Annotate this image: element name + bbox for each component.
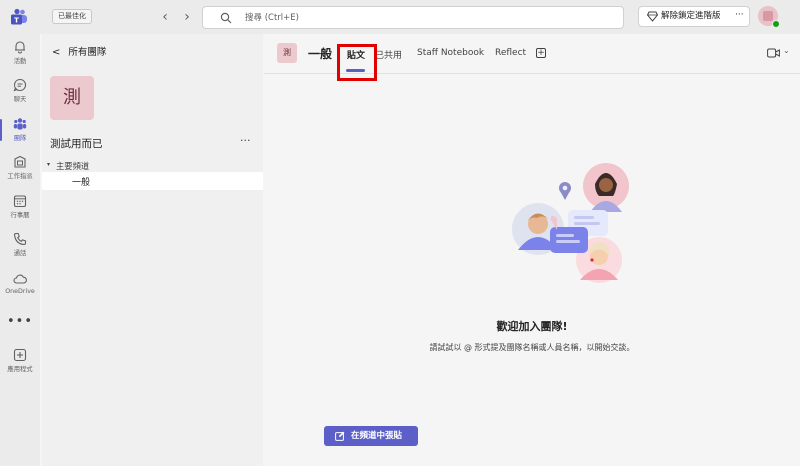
highlight-box <box>337 44 377 81</box>
rail-item-assignments[interactable]: 工作指派 <box>0 155 40 187</box>
optimized-badge: 已最佳化 <box>52 9 92 24</box>
teams-icon <box>13 118 27 130</box>
team-name[interactable]: 測試用而已 <box>50 136 103 151</box>
more-options-icon[interactable]: ··· <box>735 6 744 25</box>
add-app-icon <box>13 348 27 362</box>
rail-item-teams[interactable]: 團隊 <box>0 117 40 149</box>
bell-icon <box>15 41 25 54</box>
tab-reflect[interactable]: Reflect <box>495 48 526 58</box>
search-box[interactable] <box>202 6 624 29</box>
unlock-premium-button[interactable]: 解除鎖定進階版 ··· <box>638 6 750 27</box>
rail-item-calendar[interactable]: 行事曆 <box>0 194 40 226</box>
channel-view: 測 一般 貼文 已共用 Staff Notebook Reflect + ⌄ 歡… <box>264 34 800 466</box>
avatar-image <box>763 11 773 21</box>
diamond-icon <box>647 11 658 22</box>
welcome-illustration <box>512 163 629 283</box>
rail-label: 工作指派 <box>7 173 33 180</box>
all-teams-label: 所有團隊 <box>68 47 107 58</box>
rail-label: 聊天 <box>13 96 27 103</box>
rail-item-calls[interactable]: 通話 <box>0 232 40 264</box>
teams-logo-icon: T <box>11 8 27 25</box>
svg-text:T: T <box>14 17 19 25</box>
compose-icon <box>335 431 345 441</box>
rail-label: 活動 <box>13 58 27 65</box>
chevron-left-icon: < <box>52 47 61 58</box>
back-arrow-button[interactable]: ‹ <box>158 9 172 25</box>
rail-label: 團隊 <box>13 135 27 142</box>
tab-staff-notebook[interactable]: Staff Notebook <box>417 48 484 58</box>
search-icon <box>220 12 232 24</box>
channel-team-avatar: 測 <box>277 43 297 63</box>
chevron-down-icon[interactable]: ⌄ <box>783 46 790 55</box>
forward-arrow-button[interactable]: › <box>180 9 194 25</box>
calendar-icon <box>13 195 27 208</box>
title-bar: T 已最佳化 ‹ › 解除鎖定進階版 ··· <box>0 0 800 34</box>
presence-available-icon <box>772 20 780 28</box>
welcome-subtitle: 請試試以 @ 形式提及團隊名稱或人員名稱，以開始交談。 <box>429 343 635 352</box>
rail-item-apps[interactable]: 應用程式 <box>0 348 40 380</box>
channel-item-general[interactable]: 一般 <box>42 172 263 190</box>
rail-label: OneDrive <box>5 288 35 295</box>
channel-section-label[interactable]: 主要頻道 <box>56 160 89 172</box>
rail-label: 行事曆 <box>10 212 30 219</box>
rail-label: 通話 <box>13 250 27 257</box>
more-apps-icon[interactable]: ••• <box>0 314 40 329</box>
phone-icon <box>13 232 27 246</box>
all-teams-back-link[interactable]: < 所有團隊 <box>52 44 106 58</box>
rail-label: 應用程式 <box>7 366 33 373</box>
add-tab-button[interactable]: + <box>536 48 546 58</box>
search-input[interactable] <box>245 10 605 26</box>
post-in-channel-button[interactable]: 在頻道中張貼 <box>324 426 418 446</box>
channel-name: 一般 <box>308 47 333 61</box>
rail-item-chat[interactable]: 聊天 <box>0 78 40 110</box>
app-rail: 活動 聊天 團隊 工作指派 行事曆 通話 OneDrive ••• 應用程式 <box>0 34 40 466</box>
channel-header: 測 一般 貼文 已共用 Staff Notebook Reflect + ⌄ <box>264 34 800 81</box>
caret-down-icon[interactable]: ▾ <box>47 161 50 168</box>
unlock-premium-label: 解除鎖定進階版 <box>661 11 721 21</box>
cloud-icon <box>13 274 27 284</box>
assignments-icon <box>14 155 26 168</box>
team-more-options-button[interactable]: ··· <box>240 134 251 147</box>
rail-item-onedrive[interactable]: OneDrive <box>0 272 40 304</box>
team-avatar: 測 <box>50 76 94 120</box>
video-call-icon[interactable] <box>767 48 780 58</box>
teams-pane: < 所有團隊 測 測試用而已 ··· ▾ 主要頻道 一般 <box>42 34 263 466</box>
channel-item-label: 一般 <box>72 178 91 188</box>
tab-shared[interactable]: 已共用 <box>375 48 402 61</box>
user-avatar[interactable] <box>758 6 780 28</box>
chat-icon <box>13 78 26 92</box>
welcome-title: 歡迎加入團隊! <box>496 320 568 333</box>
post-in-channel-label: 在頻道中張貼 <box>351 431 403 441</box>
rail-item-activity[interactable]: 活動 <box>0 40 40 72</box>
